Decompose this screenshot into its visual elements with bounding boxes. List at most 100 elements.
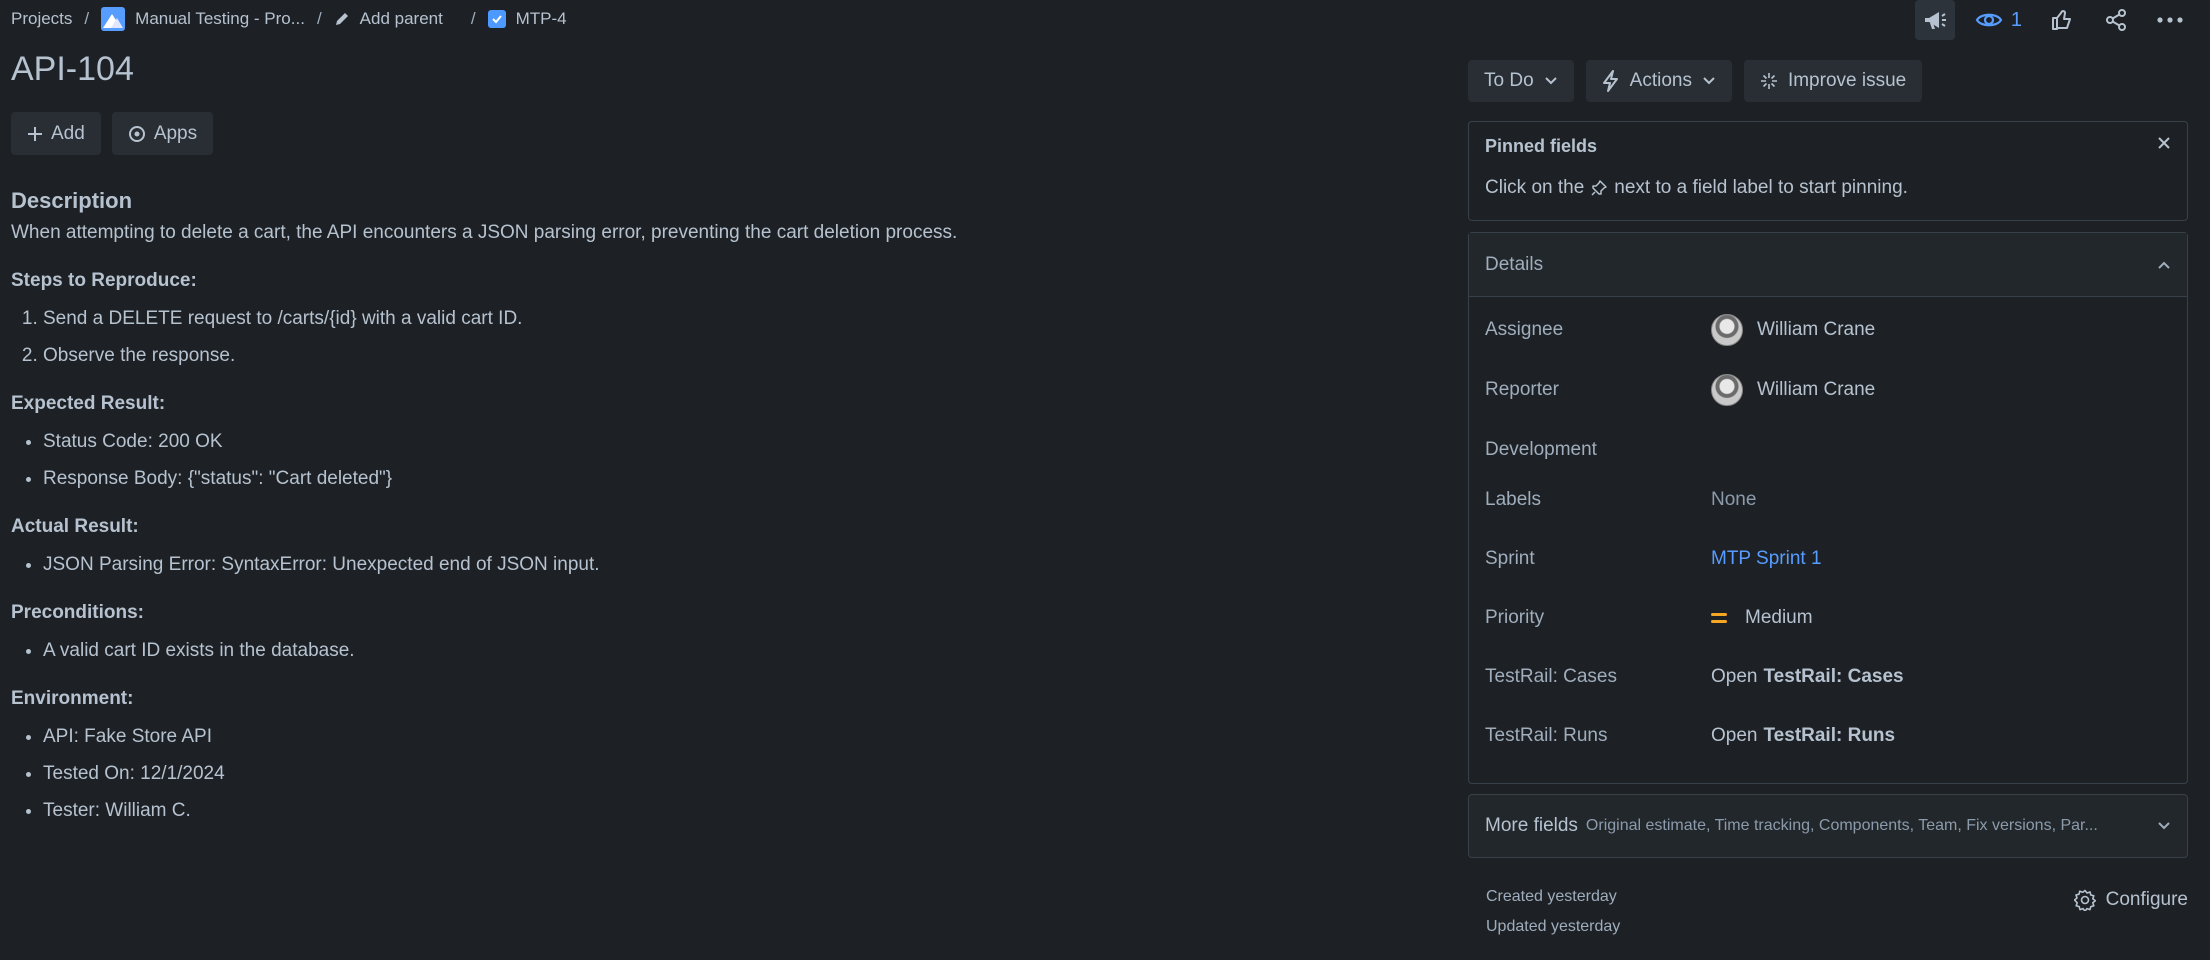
description-section[interactable]: Description When attempting to delete a … xyxy=(11,188,1411,835)
list-item: Status Code: 200 OK xyxy=(43,429,1411,455)
breadcrumb: Projects / Manual Testing - Pro... / Add… xyxy=(11,7,567,31)
apps-button-label: Apps xyxy=(153,122,198,144)
description-heading: Description xyxy=(11,188,133,213)
field-label: Priority xyxy=(1485,607,1545,628)
field-label: Sprint xyxy=(1485,548,1535,569)
task-checkbox-icon xyxy=(487,10,506,28)
apps-button[interactable]: Apps xyxy=(111,112,214,155)
status-label: To Do xyxy=(1484,70,1534,91)
close-button[interactable] xyxy=(2157,136,2171,155)
watch-button[interactable]: 1 xyxy=(1969,0,2028,40)
project-avatar-icon xyxy=(101,7,126,31)
labels-value: None xyxy=(1711,489,1757,510)
steps-list: Send a DELETE request to /carts/{id} wit… xyxy=(11,306,1411,369)
testrail-cases-link[interactable]: Open TestRail: Cases xyxy=(1711,666,1904,688)
add-parent-button[interactable]: Add parent xyxy=(334,9,443,29)
preconditions-list: A valid cart ID exists in the database. xyxy=(11,638,1411,664)
list-item: Observe the response. xyxy=(43,343,1411,369)
description-summary: When attempting to delete a cart, the AP… xyxy=(11,222,958,243)
field-label: TestRail: Runs xyxy=(1485,725,1608,746)
breadcrumb-parent-key: MTP-4 xyxy=(515,9,567,28)
list-item: JSON Parsing Error: SyntaxError: Unexpec… xyxy=(43,552,1411,578)
add-button-label: Add xyxy=(51,122,85,144)
list-item: A valid cart ID exists in the database. xyxy=(43,638,1411,664)
sprint-link[interactable]: MTP Sprint 1 xyxy=(1711,548,1822,570)
configure-button[interactable]: Configure xyxy=(2073,882,2188,918)
eye-icon xyxy=(1975,13,2003,27)
feedback-button[interactable] xyxy=(1914,0,1955,40)
assignee-name: William Crane xyxy=(1757,319,1876,340)
field-testrail-cases[interactable]: TestRail: Cases Open TestRail: Cases xyxy=(1485,657,2171,697)
updated-timestamp: Updated yesterday xyxy=(1486,918,1621,935)
chevron-down-icon xyxy=(1544,77,1557,85)
breadcrumb-separator: / xyxy=(470,9,476,28)
environment-list: API: Fake Store API Tested On: 12/1/2024… xyxy=(11,724,1411,824)
testrail-runs-label: TestRail: Runs xyxy=(1763,725,1896,746)
configure-label: Configure xyxy=(2105,889,2188,910)
list-item: Tested On: 12/1/2024 xyxy=(43,761,1411,787)
field-label: Development xyxy=(1485,439,1597,460)
close-icon xyxy=(2158,137,2170,149)
field-testrail-runs[interactable]: TestRail: Runs Open TestRail: Runs xyxy=(1485,716,2171,756)
pinned-hint-before: Click on the xyxy=(1485,177,1585,198)
preconditions-heading: Preconditions: xyxy=(11,602,145,623)
pinned-fields-panel: Pinned fields Click on the next to a fie… xyxy=(1468,121,2188,221)
breadcrumb-project[interactable]: Manual Testing - Pro... xyxy=(101,7,305,31)
details-header[interactable]: Details xyxy=(1469,233,2187,297)
actual-list: JSON Parsing Error: SyntaxError: Unexpec… xyxy=(11,552,1411,578)
actual-heading: Actual Result: xyxy=(11,516,139,537)
pencil-icon xyxy=(335,13,348,25)
breadcrumb-separator: / xyxy=(84,9,90,28)
chevron-down-icon xyxy=(2158,822,2170,830)
status-dropdown[interactable]: To Do xyxy=(1468,60,1574,102)
reporter-value: William Crane xyxy=(1711,374,1875,406)
vote-button[interactable] xyxy=(2042,0,2082,40)
issue-toolbar: 1 xyxy=(1914,0,2190,40)
actions-label: Actions xyxy=(1629,70,1692,91)
field-label: Assignee xyxy=(1485,319,1564,340)
issue-timestamps: Created yesterday Updated yesterday xyxy=(1486,882,1620,942)
breadcrumb-parent-issue[interactable]: MTP-4 xyxy=(487,9,567,29)
more-horizontal-icon xyxy=(2157,17,2183,23)
pinned-hint-after: next to a field label to start pinning. xyxy=(1614,177,1908,198)
megaphone-icon xyxy=(1924,12,1946,29)
testrail-open-prefix: Open xyxy=(1711,725,1758,746)
chevron-up-icon xyxy=(2158,261,2170,269)
field-development[interactable]: Development xyxy=(1485,430,2171,470)
add-parent-label: Add parent xyxy=(359,9,443,28)
created-timestamp: Created yesterday xyxy=(1486,888,1617,905)
thumbs-up-icon xyxy=(2052,10,2071,30)
field-label: Labels xyxy=(1485,489,1541,510)
issue-key-title[interactable]: API-104 xyxy=(11,50,134,89)
more-fields-subtitle: Original estimate, Time tracking, Compon… xyxy=(1585,817,2098,834)
field-label: Reporter xyxy=(1485,379,1559,400)
field-assignee[interactable]: Assignee William Crane xyxy=(1485,310,2171,350)
breadcrumb-projects[interactable]: Projects xyxy=(11,9,72,29)
gear-icon xyxy=(2073,889,2096,911)
share-button[interactable] xyxy=(2096,0,2136,40)
expected-heading: Expected Result: xyxy=(11,393,166,414)
improve-issue-button[interactable]: Improve issue xyxy=(1743,60,1923,102)
avatar xyxy=(1711,374,1743,406)
field-reporter[interactable]: Reporter William Crane xyxy=(1485,370,2171,410)
priority-medium-icon xyxy=(1711,613,1731,623)
more-actions-button[interactable] xyxy=(2150,0,2190,40)
watchers-count: 1 xyxy=(2010,8,2022,31)
actions-dropdown[interactable]: Actions xyxy=(1585,60,1732,102)
add-button[interactable]: Add xyxy=(11,112,101,155)
priority-label: Medium xyxy=(1745,607,1813,628)
issue-quick-actions: Add Apps xyxy=(11,112,214,155)
pinned-fields-hint: Click on the next to a field label to st… xyxy=(1485,177,2171,199)
breadcrumb-separator: / xyxy=(316,9,322,28)
field-labels[interactable]: Labels None xyxy=(1485,480,2171,520)
more-fields-title: More fields xyxy=(1485,815,1578,836)
field-priority[interactable]: Priority Medium xyxy=(1485,598,2171,638)
field-sprint[interactable]: Sprint MTP Sprint 1 xyxy=(1485,539,2171,579)
avatar xyxy=(1711,314,1743,346)
chevron-down-icon xyxy=(1703,77,1715,85)
environment-heading: Environment: xyxy=(11,688,134,709)
testrail-runs-link[interactable]: Open TestRail: Runs xyxy=(1711,725,1895,747)
list-item: Send a DELETE request to /carts/{id} wit… xyxy=(43,306,1411,332)
details-title: Details xyxy=(1485,253,1544,275)
more-fields-panel[interactable]: More fields Original estimate, Time trac… xyxy=(1468,794,2188,858)
